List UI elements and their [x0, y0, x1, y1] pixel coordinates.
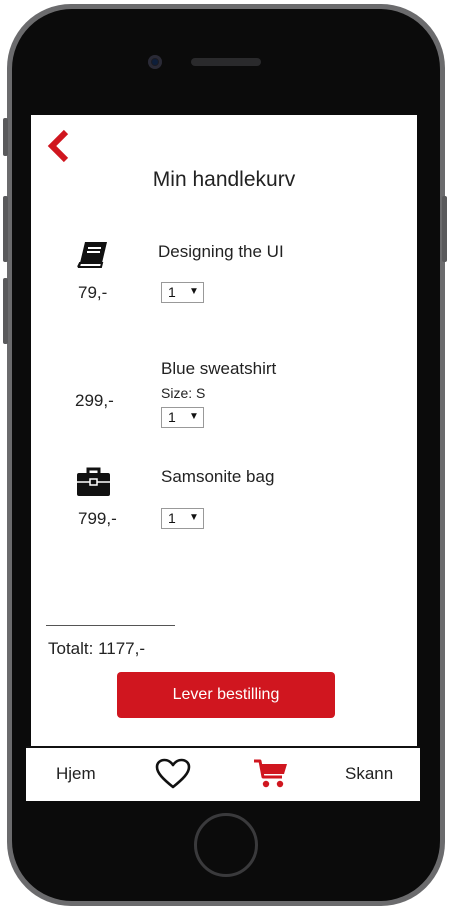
page-title: Min handlekurv	[152, 168, 296, 191]
quantity-select[interactable]: 1 ▼	[161, 407, 204, 428]
front-camera	[148, 55, 162, 69]
item-price: 79,-	[78, 283, 108, 302]
item-name: Samsonite bag	[161, 467, 275, 486]
book-icon	[77, 242, 107, 268]
item-size: Size: S	[161, 385, 206, 401]
bottom-nav: Hjem Skann	[26, 746, 420, 801]
volume-down-button	[3, 278, 8, 344]
briefcase-icon	[77, 467, 110, 496]
item-price: 299,-	[75, 391, 114, 410]
dropdown-arrow-icon: ▼	[189, 512, 199, 523]
quantity-select[interactable]: 1 ▼	[161, 282, 204, 303]
item-name: Blue sweatshirt	[161, 359, 277, 378]
mute-switch	[3, 118, 8, 156]
quantity-value: 1	[168, 284, 176, 300]
item-name: Designing the UI	[158, 242, 284, 261]
chevron-left-icon[interactable]	[44, 127, 72, 165]
nav-home[interactable]: Hjem	[56, 764, 96, 784]
quantity-value: 1	[168, 510, 176, 526]
volume-up-button	[3, 196, 8, 262]
quantity-select[interactable]: 1 ▼	[161, 508, 204, 529]
quantity-value: 1	[168, 409, 176, 425]
heart-icon[interactable]	[155, 758, 191, 790]
dropdown-arrow-icon: ▼	[189, 411, 199, 422]
place-order-button[interactable]: Lever bestilling	[117, 672, 335, 718]
earpiece-speaker	[191, 58, 261, 66]
cart-total: Totalt: 1177,-	[48, 639, 146, 658]
item-price: 799,-	[78, 509, 117, 528]
power-button	[442, 196, 447, 262]
nav-scan[interactable]: Skann	[345, 764, 393, 784]
total-divider	[46, 625, 175, 626]
dropdown-arrow-icon: ▼	[189, 286, 199, 297]
shopping-cart-icon[interactable]	[253, 758, 289, 790]
home-button[interactable]	[194, 813, 258, 877]
